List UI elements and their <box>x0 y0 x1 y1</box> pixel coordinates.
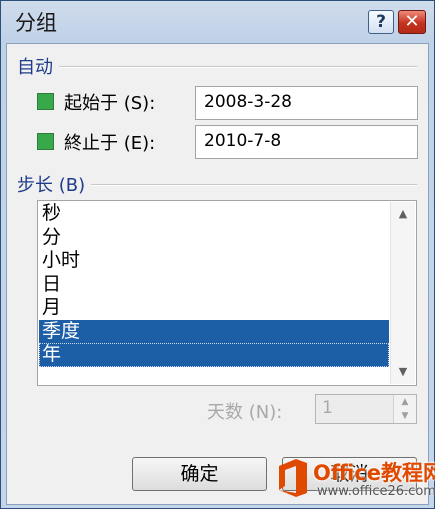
step-list-item[interactable]: 小时 <box>39 249 389 273</box>
end-auto-checkbox[interactable] <box>37 133 54 150</box>
title-bar[interactable]: 分组 ? ✕ <box>1 1 434 41</box>
end-input[interactable]: 2010-7-8 <box>195 125 418 159</box>
end-label: 終止于 (E): <box>64 133 156 154</box>
days-spin-buttons: ▲ ▼ <box>393 395 416 423</box>
auto-group-divider <box>17 66 417 68</box>
scroll-down-icon[interactable]: ▼ <box>391 362 415 382</box>
help-button[interactable]: ? <box>368 10 394 34</box>
scroll-up-icon[interactable]: ▲ <box>391 204 415 224</box>
auto-group-label: 自动 <box>17 53 59 79</box>
step-listbox[interactable]: 秒分小时日月季度年 ▲ ▼ <box>37 200 417 386</box>
dialog-title: 分组 <box>15 11 57 35</box>
step-list-item[interactable]: 季度 <box>39 319 389 343</box>
step-list-item[interactable]: 月 <box>39 296 389 320</box>
ok-button[interactable]: 确定 <box>132 457 267 491</box>
watermark-url: www.office26.com <box>317 484 435 499</box>
watermark-title: Office教程网 <box>313 461 435 485</box>
step-list-item[interactable]: 年 <box>39 343 389 367</box>
step-list-item[interactable]: 分 <box>39 226 389 250</box>
days-spinner[interactable]: 1 ▲ ▼ <box>315 394 417 424</box>
step-list-item[interactable]: 秒 <box>39 202 389 226</box>
office-logo-icon <box>279 459 307 497</box>
start-label: 起始于 (S): <box>64 93 156 114</box>
listbox-scrollbar[interactable]: ▲ ▼ <box>390 202 415 384</box>
spin-up-icon[interactable]: ▲ <box>394 395 416 409</box>
spin-down-icon[interactable]: ▼ <box>394 409 416 423</box>
start-input[interactable]: 2008-3-28 <box>195 86 418 120</box>
close-button[interactable]: ✕ <box>398 10 426 34</box>
grouping-dialog: 分组 ? ✕ 自动 起始于 (S): 2008-3-28 終止于 (E): 20… <box>0 0 435 509</box>
days-value: 1 <box>322 398 333 418</box>
step-group-label: 步长 (B) <box>17 171 92 197</box>
step-list-items: 秒分小时日月季度年 <box>39 202 389 367</box>
site-watermark: Office教程网 www.office26.com <box>273 453 435 503</box>
step-list-item[interactable]: 日 <box>39 273 389 297</box>
days-label: 天数 (N): <box>207 402 283 423</box>
dialog-body: 自动 起始于 (S): 2008-3-28 終止于 (E): 2010-7-8 … <box>6 43 429 505</box>
start-auto-checkbox[interactable] <box>37 93 54 110</box>
